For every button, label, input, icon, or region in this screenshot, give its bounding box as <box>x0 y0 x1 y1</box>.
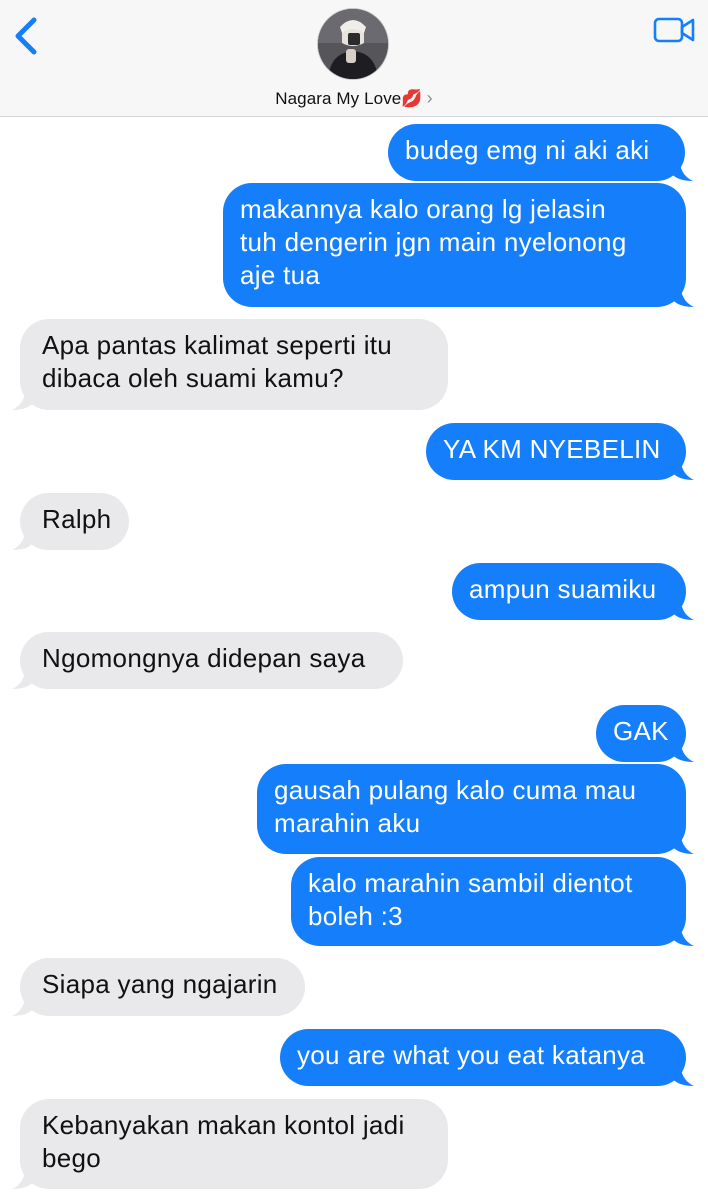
message-text-line: budeg emg ni aki aki <box>405 135 650 165</box>
contact-name-label: Nagara My Love <box>275 89 402 108</box>
message-thread[interactable]: budeg emg ni aki aki makannya kalo orang … <box>0 117 708 1200</box>
bubble-tail <box>672 281 694 307</box>
message-text-line: Ngomongnya didepan saya <box>42 643 366 673</box>
contact-name[interactable]: Nagara My Love💋 › <box>0 88 708 109</box>
sent-message-bubble[interactable]: makannya kalo orang lg jelasin tuh denger… <box>223 183 694 307</box>
received-message-bubble[interactable]: Kebanyakan makan kontol jadi bego <box>12 1099 448 1189</box>
chevron-left-icon <box>15 17 37 55</box>
bubble-tail <box>672 736 694 762</box>
bubble-tail <box>12 1163 34 1189</box>
sent-message-bubble[interactable]: kalo marahin sambil dientot boleh :3 <box>291 857 694 946</box>
message-text-line: tuh dengerin jgn main nyelonong <box>240 227 627 257</box>
message-text-line: YA KM NYEBELIN <box>443 434 661 464</box>
bubble-tail <box>672 920 694 946</box>
bubble-tail <box>672 594 694 620</box>
message-text-line: dibaca oleh suami kamu? <box>42 363 344 393</box>
received-message-bubble[interactable]: Ralph <box>12 493 129 550</box>
avatar[interactable] <box>318 9 388 79</box>
bubble-tail <box>672 1060 694 1086</box>
facetime-button[interactable] <box>650 14 698 50</box>
back-button[interactable] <box>10 14 50 58</box>
bubble-tail <box>671 155 693 181</box>
contact-photo <box>318 9 388 79</box>
sent-message-bubble[interactable]: GAK <box>596 705 694 762</box>
chevron-right-icon: › <box>426 88 433 108</box>
message-text-line: aje tua <box>240 260 321 290</box>
bubble-tail <box>672 828 694 854</box>
message-text-line: Siapa yang ngajarin <box>42 969 278 999</box>
message-text-line: ampun suamiku <box>469 574 657 604</box>
message-text-line: bego <box>42 1143 102 1173</box>
message-text-line: Ralph <box>42 504 112 534</box>
message-text-line: Apa pantas kalimat seperti itu <box>42 330 393 360</box>
message-text-line: kalo marahin sambil dientot <box>308 868 633 898</box>
sent-message-bubble[interactable]: budeg emg ni aki aki <box>388 124 693 181</box>
bubble-tail <box>12 524 34 550</box>
message-text-line: boleh :3 <box>308 901 403 931</box>
message-text-line: makannya kalo orang lg jelasin <box>240 194 606 224</box>
bubble-tail <box>12 384 34 410</box>
bubble-tail <box>672 454 694 480</box>
sent-message-bubble[interactable]: YA KM NYEBELIN <box>426 423 694 480</box>
message-text-line: Kebanyakan makan kontol jadi <box>42 1110 405 1140</box>
conversation-header: Nagara My Love💋 › <box>0 0 708 117</box>
received-message-bubble[interactable]: Apa pantas kalimat seperti itu dibaca ole… <box>12 319 448 410</box>
bubble-tail <box>12 990 34 1016</box>
bubble-tail <box>12 663 34 689</box>
sent-message-bubble[interactable]: ampun suamiku <box>452 563 694 620</box>
sent-message-bubble[interactable]: gausah pulang kalo cuma mau marahin aku <box>257 764 694 854</box>
received-message-bubble[interactable]: Ngomongnya didepan saya <box>12 632 403 689</box>
kiss-mark-emoji: 💋 <box>401 89 423 108</box>
received-message-bubble[interactable]: Siapa yang ngajarin <box>12 958 305 1016</box>
sent-message-bubble[interactable]: you are what you eat katanya <box>280 1029 694 1086</box>
message-text-line: GAK <box>613 716 669 746</box>
video-camera-icon <box>653 17 695 43</box>
message-text-line: you are what you eat katanya <box>297 1040 646 1070</box>
message-text-line: marahin aku <box>274 808 421 838</box>
message-text-line: gausah pulang kalo cuma mau <box>274 775 637 805</box>
